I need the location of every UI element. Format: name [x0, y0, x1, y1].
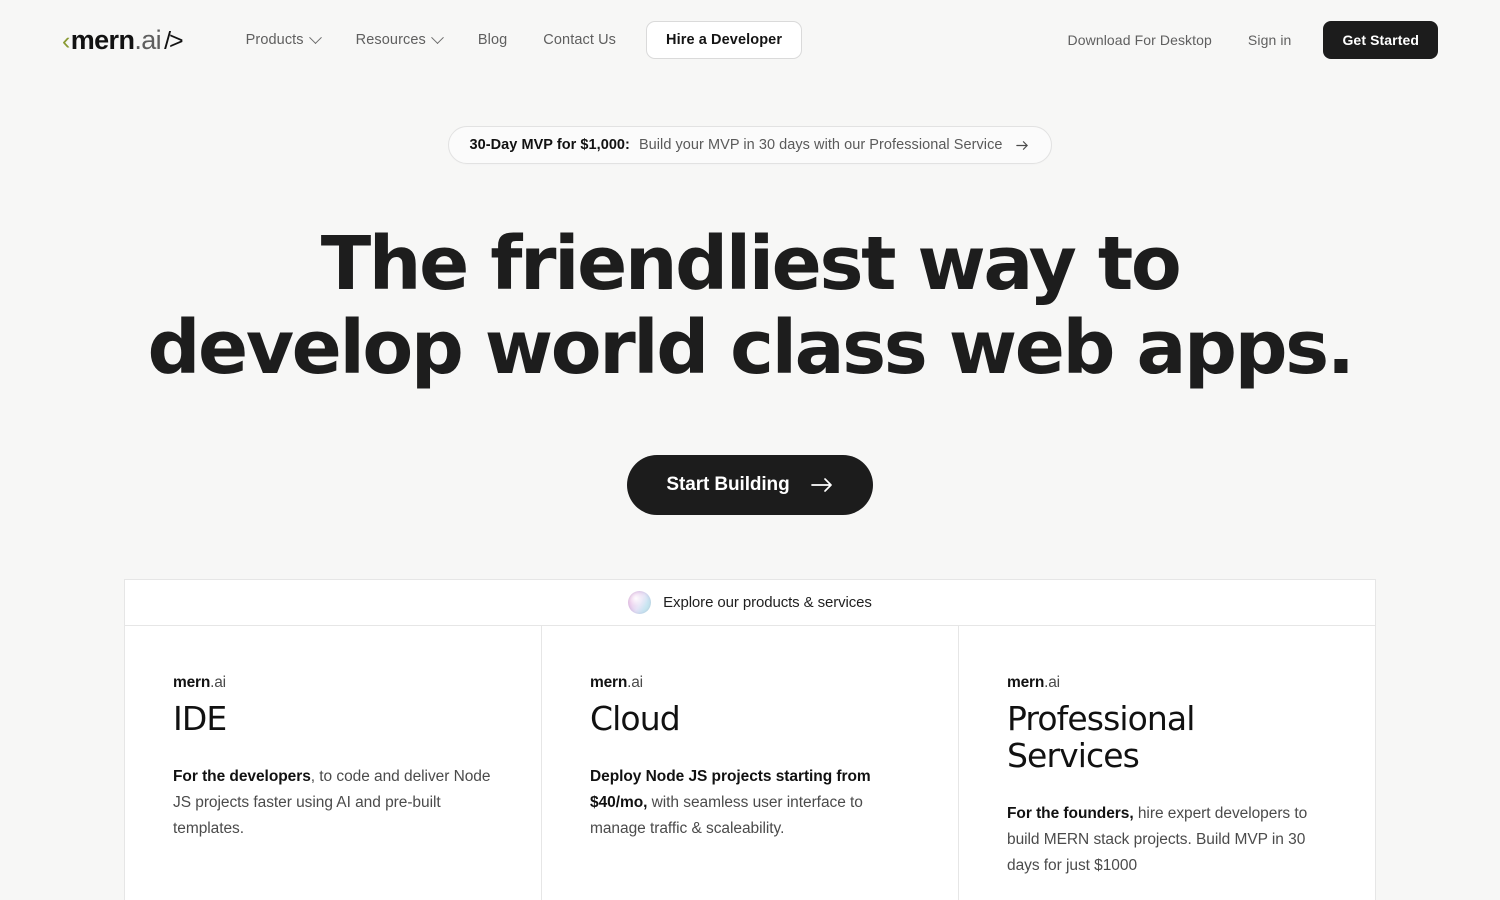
product-card-description-bold: For the developers	[173, 767, 311, 785]
logo-angle-bracket-left-icon: ‹	[62, 26, 70, 55]
explore-products-label: Explore our products & services	[663, 593, 872, 611]
nav-item-resources[interactable]: Resources	[338, 23, 460, 57]
product-card-title: Cloud	[590, 698, 681, 738]
product-card-title: Professional Services	[1007, 698, 1195, 775]
product-card-cloud[interactable]: mern.ai Cloud Deploy Node JS projects st…	[541, 625, 958, 900]
announcement-bold-text: 30-Day MVP for $1,000:	[469, 137, 630, 153]
nav-item-sign-in[interactable]: Sign in	[1230, 23, 1310, 57]
nav-item-download-for-desktop[interactable]: Download For Desktop	[1050, 23, 1230, 57]
products-section: Explore our products & services mern.ai …	[124, 578, 1376, 900]
product-card-brand-dotai: .ai	[210, 673, 226, 691]
logo-text-mern: mern	[70, 24, 135, 55]
product-card-row: mern.ai IDE For the developers, to code …	[125, 625, 1375, 900]
product-card-brand-dotai: .ai	[627, 673, 643, 691]
nav-item-products[interactable]: Products	[228, 23, 338, 57]
hero-headline-line-1: The friendliest way to	[320, 221, 1182, 307]
product-card-title: IDE	[173, 698, 227, 738]
get-started-button[interactable]: Get Started	[1323, 21, 1438, 59]
arrow-right-icon	[1015, 138, 1030, 153]
announcement-body-text: Build your MVP in 30 days with our Profe…	[638, 137, 1003, 153]
hero-cta-wrapper: Start Building	[0, 454, 1500, 515]
logo-slash-bracket-icon: />	[164, 26, 183, 55]
logo-text-dotai: .ai	[134, 24, 162, 55]
product-card-brand: mern.ai	[590, 674, 910, 692]
primary-nav-links: Products Resources Blog Contact Us Hire …	[228, 21, 803, 59]
nav-item-download-label: Download For Desktop	[1067, 32, 1212, 48]
product-card-brand-dotai: .ai	[1044, 673, 1060, 691]
announcement-banner[interactable]: 30-Day MVP for $1,000: Build your MVP in…	[447, 126, 1053, 164]
product-card-brand-mern: mern	[590, 673, 628, 691]
nav-item-products-label: Products	[245, 32, 304, 48]
top-navigation-bar: ‹ mern .ai/> Products Resources Blog Conta…	[0, 0, 1500, 80]
product-card-brand: mern.ai	[1007, 674, 1327, 692]
nav-item-blog-label: Blog	[477, 32, 508, 48]
start-building-label: Start Building	[666, 473, 790, 495]
product-card-ide[interactable]: mern.ai IDE For the developers, to code …	[125, 625, 541, 900]
secondary-nav-links: Download For Desktop Sign in Get Started	[1050, 21, 1438, 59]
nav-item-resources-label: Resources	[355, 32, 426, 48]
product-card-description: Deploy Node JS projects starting from $4…	[590, 764, 910, 842]
chevron-down-icon	[308, 30, 322, 44]
product-card-brand-mern: mern	[173, 673, 211, 691]
start-building-button[interactable]: Start Building	[627, 454, 873, 515]
nav-item-blog[interactable]: Blog	[460, 23, 525, 57]
product-card-professional-services[interactable]: mern.ai Professional Services For the fo…	[958, 625, 1375, 900]
arrow-right-icon	[810, 476, 834, 494]
announcement-banner-wrapper: 30-Day MVP for $1,000: Build your MVP in…	[0, 126, 1500, 164]
product-card-description: For the developers, to code and deliver …	[173, 764, 493, 842]
hero-headline: The friendliest way to develop world cla…	[0, 222, 1500, 391]
hero-headline-line-2: develop world class web apps.	[147, 305, 1354, 392]
site-logo[interactable]: ‹ mern .ai/>	[62, 24, 184, 55]
nav-item-contact-us-label: Contact Us	[543, 32, 617, 48]
nav-item-sign-in-label: Sign in	[1247, 32, 1292, 48]
product-card-brand-mern: mern	[1007, 673, 1045, 691]
nav-item-contact-us[interactable]: Contact Us	[525, 23, 634, 57]
product-card-description-bold: For the founders,	[1007, 804, 1134, 822]
chevron-down-icon	[431, 30, 444, 44]
explore-products-bar: Explore our products & services	[125, 579, 1375, 626]
product-card-description: For the founders, hire expert developers…	[1007, 801, 1327, 879]
gradient-orb-icon	[628, 590, 652, 614]
hero-section: 30-Day MVP for $1,000: Build your MVP in…	[0, 126, 1500, 515]
hire-a-developer-button[interactable]: Hire a Developer	[646, 21, 803, 59]
product-card-brand: mern.ai	[173, 674, 493, 692]
